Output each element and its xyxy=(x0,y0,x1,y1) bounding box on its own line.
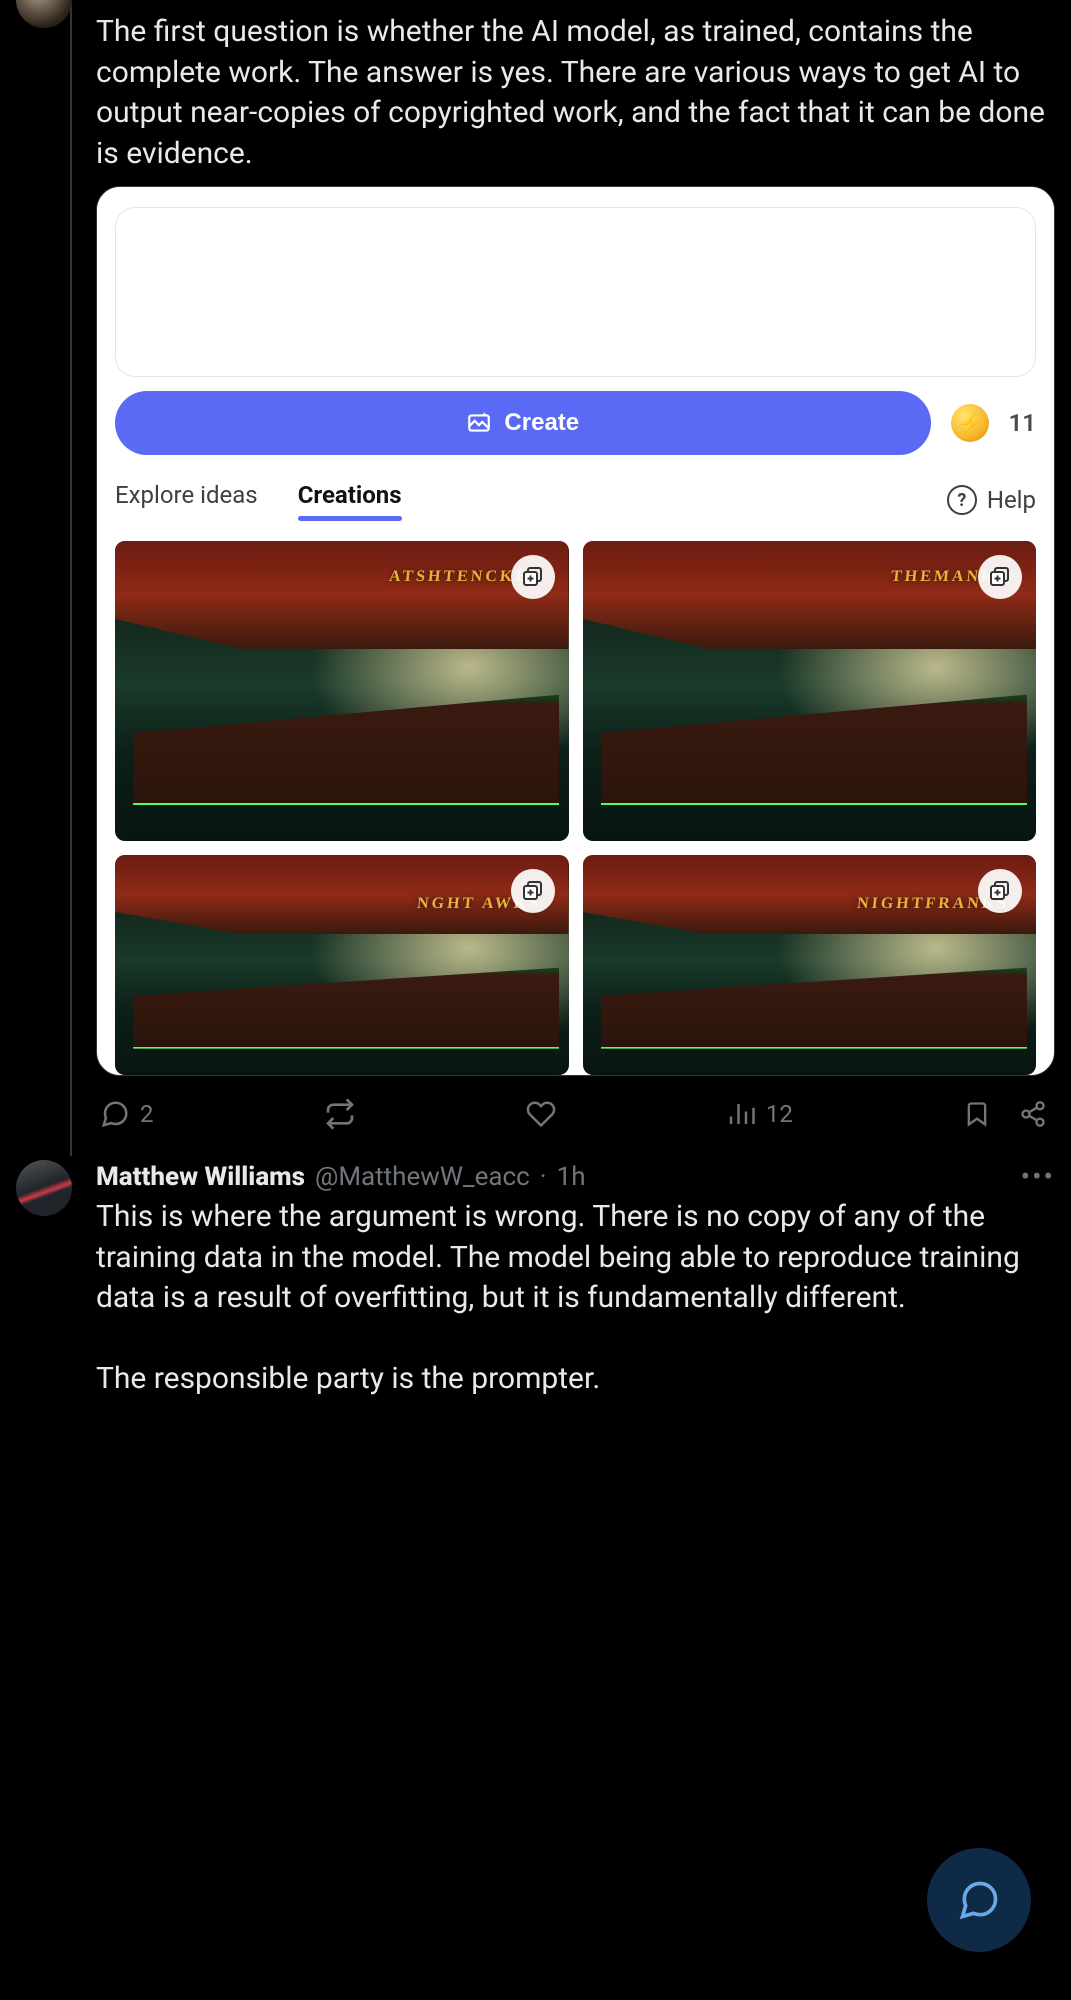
compose-fab[interactable] xyxy=(927,1848,1031,1952)
retweet-button[interactable] xyxy=(324,1098,356,1130)
tweet-paragraph: This is where the argument is wrong. The… xyxy=(96,1197,1055,1319)
add-variation-icon[interactable] xyxy=(511,555,555,599)
tweet-header: Matthew Williams @MatthewW_eacc · 1h ••• xyxy=(96,1160,1055,1193)
share-button[interactable] xyxy=(1019,1100,1047,1128)
avatar[interactable] xyxy=(16,1160,72,1216)
help-icon: ? xyxy=(947,485,977,515)
display-name[interactable]: Matthew Williams xyxy=(96,1162,305,1192)
coin-count: 11 xyxy=(1009,409,1036,437)
tweet-1: The first question is whether the AI mod… xyxy=(0,0,1071,1156)
tweet-paragraph: The responsible party is the prompter. xyxy=(96,1359,1055,1400)
creation-thumb-1[interactable]: ATSHTENCKES xyxy=(115,541,569,841)
handle[interactable]: @MatthewW_eacc xyxy=(315,1162,530,1192)
coin-icon: ⚡ xyxy=(951,404,989,442)
creation-thumb-2[interactable]: THEMANKS xyxy=(583,541,1037,841)
creation-thumb-4[interactable]: NIGHTFRANKS xyxy=(583,855,1037,1075)
tweet-text: The first question is whether the AI mod… xyxy=(96,12,1055,174)
create-button-label: Create xyxy=(504,409,579,437)
prompt-input xyxy=(115,207,1036,377)
image-sparkle-icon xyxy=(466,410,492,436)
separator-dot: · xyxy=(540,1162,547,1192)
avatar[interactable] xyxy=(16,0,72,28)
timestamp[interactable]: 1h xyxy=(557,1162,586,1192)
tab-explore-ideas[interactable]: Explore ideas xyxy=(115,481,258,519)
embedded-screenshot[interactable]: Create ⚡ 11 Explore ideas Creations ? He… xyxy=(96,186,1055,1076)
create-button[interactable]: Create xyxy=(115,391,931,455)
tweet-text: This is where the argument is wrong. The… xyxy=(96,1197,1055,1400)
help-label: Help xyxy=(987,486,1036,514)
tab-creations[interactable]: Creations xyxy=(298,481,402,519)
views-button[interactable]: 12 xyxy=(726,1099,793,1129)
like-button[interactable] xyxy=(526,1099,556,1129)
speech-bubble-icon xyxy=(957,1878,1001,1922)
help-link[interactable]: ? Help xyxy=(947,485,1036,515)
creation-thumb-3[interactable]: NGHT AWKS xyxy=(115,855,569,1075)
more-button[interactable]: ••• xyxy=(1021,1160,1055,1193)
tweet-2: Matthew Williams @MatthewW_eacc · 1h •••… xyxy=(0,1156,1071,1404)
reply-button[interactable]: 2 xyxy=(100,1099,154,1129)
add-variation-icon[interactable] xyxy=(978,869,1022,913)
add-variation-icon[interactable] xyxy=(978,555,1022,599)
tweet-actions: 2 12 xyxy=(96,1076,1055,1152)
views-count: 12 xyxy=(766,1100,793,1128)
add-variation-icon[interactable] xyxy=(511,869,555,913)
bookmark-button[interactable] xyxy=(963,1100,991,1128)
reply-count: 2 xyxy=(140,1100,154,1128)
